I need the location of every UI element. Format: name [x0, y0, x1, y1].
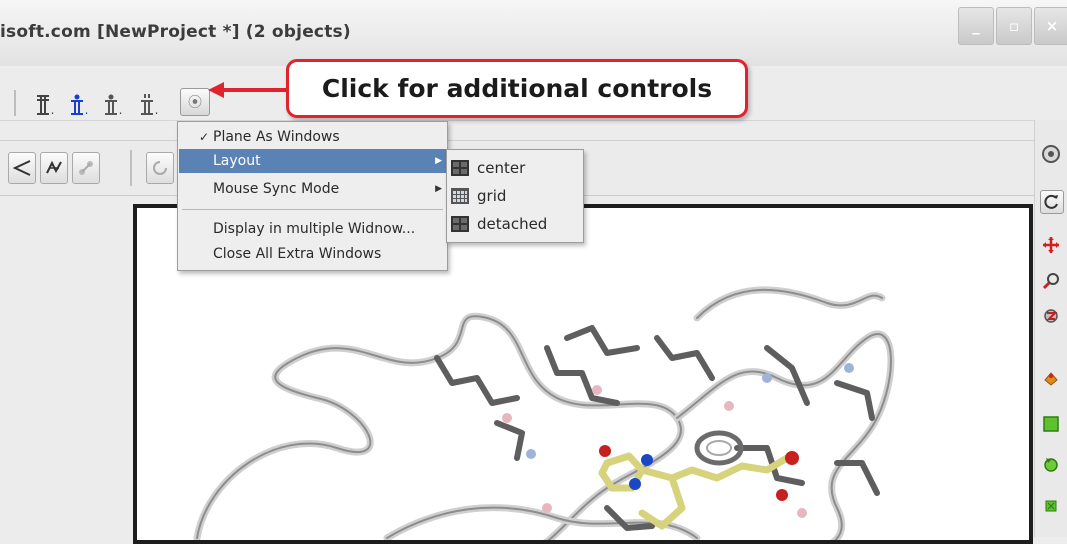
toolbar-separator: [14, 90, 16, 116]
submenu-item-center[interactable]: center: [451, 155, 579, 181]
checkmark-icon: ✓: [198, 130, 210, 144]
layout-detached-icon: [451, 216, 469, 232]
molecule-display-2-icon[interactable]: .: [100, 88, 126, 116]
translate-icon[interactable]: [1040, 234, 1062, 256]
menu-item-close-extra-windows[interactable]: Close All Extra Windows: [179, 242, 446, 266]
close-button[interactable]: ×: [1034, 7, 1067, 45]
molecule-display-icon[interactable]: .: [32, 88, 58, 116]
measure-tool-button[interactable]: [72, 152, 100, 184]
layout-center-icon: [451, 160, 469, 176]
menu-item-display-multiple-windows[interactable]: Display in multiple Widnow...: [179, 217, 446, 241]
window-titlebar: isoft.com [NewProject *] (2 objects) _ ▫…: [0, 0, 1067, 66]
menu-item-plane-as-windows[interactable]: ✓ Plane As Windows: [179, 125, 446, 149]
measure-icon: [79, 161, 93, 175]
green-refresh-icon[interactable]: [1040, 453, 1062, 475]
maximize-button[interactable]: ▫: [996, 7, 1032, 45]
angle-tool-button[interactable]: [8, 152, 36, 184]
menu-separator: [182, 209, 443, 210]
molecule-display-blue-icon[interactable]: .: [66, 88, 92, 116]
callout-box: Click for additional controls: [286, 59, 748, 118]
additional-controls-menu: ✓ Plane As Windows Layout ▶ Mouse Sync M…: [177, 121, 448, 271]
additional-controls-button[interactable]: ⦿: [180, 88, 210, 116]
dihedral-tool-button[interactable]: [40, 152, 68, 184]
additional-controls-icon: ⦿: [188, 95, 202, 111]
layout-submenu: center grid detached: [446, 149, 584, 243]
angle-icon: [12, 160, 31, 176]
submenu-arrow-icon: ▶: [435, 184, 442, 194]
spin-icon[interactable]: [1040, 305, 1062, 327]
paint-icon[interactable]: [1040, 368, 1062, 390]
callout-arrow-head: [208, 82, 224, 98]
dihedral-icon: [46, 160, 62, 174]
callout-arrow: [222, 88, 286, 92]
label-tool-button[interactable]: [146, 152, 174, 184]
toolbar-separator-2: [130, 150, 132, 186]
label-icon: [153, 161, 167, 175]
minimize-button[interactable]: _: [958, 7, 994, 45]
submenu-item-detached[interactable]: detached: [451, 211, 579, 237]
center-target-icon[interactable]: [1040, 143, 1062, 165]
submenu-item-grid[interactable]: grid: [451, 183, 579, 209]
green-box-icon[interactable]: [1040, 413, 1062, 435]
molecule-display-3-icon[interactable]: .: [136, 88, 162, 116]
menu-item-layout[interactable]: Layout ▶: [179, 149, 446, 173]
menu-item-mouse-sync-mode[interactable]: Mouse Sync Mode ▶: [179, 177, 446, 201]
layout-grid-icon: [451, 188, 469, 204]
rotate-icon[interactable]: [1040, 190, 1064, 214]
submenu-arrow-icon: ▶: [435, 156, 442, 166]
green-small-icon[interactable]: [1040, 495, 1062, 517]
window-title: isoft.com [NewProject *] (2 objects): [0, 22, 351, 42]
zoom-icon[interactable]: [1040, 270, 1062, 292]
